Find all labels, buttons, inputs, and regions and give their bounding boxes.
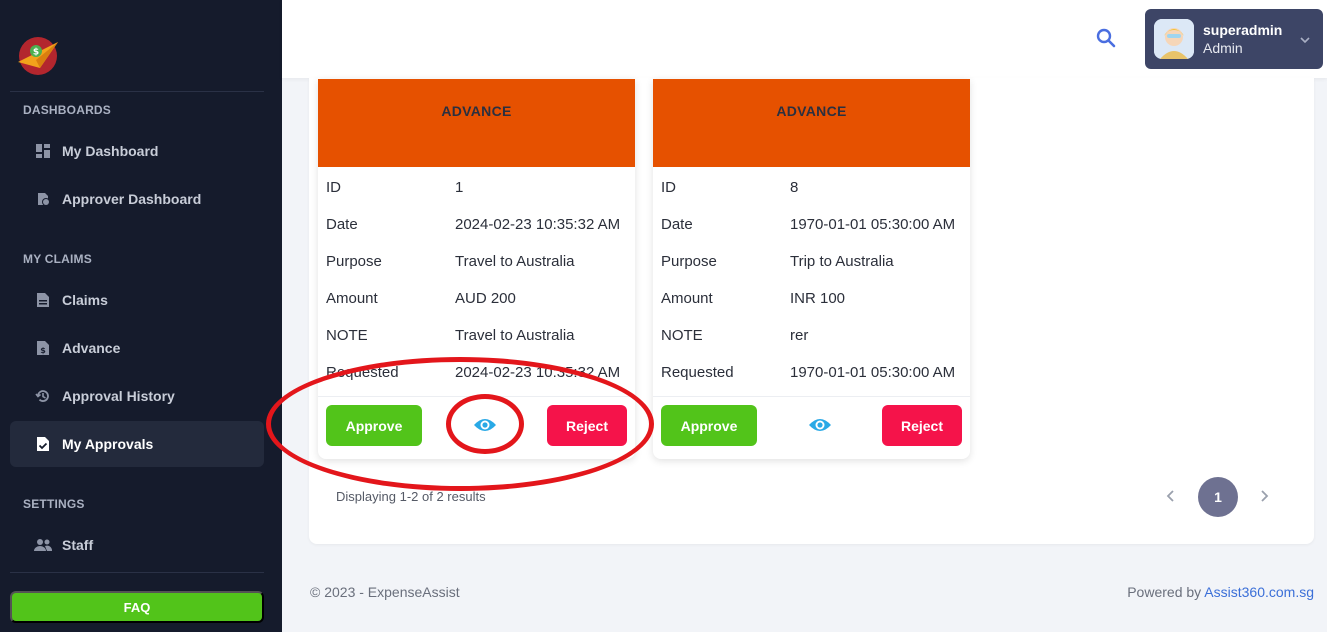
field-value: Travel to Australia xyxy=(455,253,575,270)
field-key: NOTE xyxy=(326,327,368,344)
field-key: ID xyxy=(661,179,676,196)
sidebar-item-label: Claims xyxy=(62,292,108,308)
faq-button[interactable]: FAQ xyxy=(10,591,264,623)
sidebar-item-label: Staff xyxy=(62,537,94,553)
chevron-left-icon[interactable] xyxy=(1163,487,1179,505)
field-row: Purpose Travel to Australia xyxy=(326,253,575,273)
field-row: Requested 2024-02-23 10:35:32 AM xyxy=(326,364,620,384)
field-value: rer xyxy=(790,327,809,344)
field-row: Date 1970-01-01 05:30:00 AM xyxy=(661,216,955,236)
reject-button[interactable]: Reject xyxy=(882,405,962,446)
sidebar-item-label: Approver Dashboard xyxy=(62,191,202,207)
people-icon xyxy=(34,536,52,554)
field-key: Date xyxy=(661,216,693,233)
card-type: ADVANCE xyxy=(441,103,512,119)
field-row: ID 1 xyxy=(326,179,463,199)
field-row: Amount AUD 200 xyxy=(326,290,516,310)
top-header: superadmin Admin xyxy=(282,0,1327,78)
powered-by: Powered by Assist360.com.sg xyxy=(1127,584,1314,600)
search-icon[interactable] xyxy=(1095,27,1117,49)
approver-dashboard-icon xyxy=(34,190,52,208)
sidebar-item-claims[interactable]: Claims xyxy=(10,277,264,323)
field-row: NOTE rer xyxy=(661,327,808,347)
section-settings: SETTINGS xyxy=(23,497,85,511)
field-key: Amount xyxy=(661,290,713,307)
app-logo[interactable]: $ xyxy=(16,36,60,76)
sidebar-item-my-approvals[interactable]: My Approvals xyxy=(10,421,264,467)
field-value: 2024-02-23 10:35:32 AM xyxy=(455,364,621,381)
card-header: ADVANCE xyxy=(318,79,635,167)
sidebar-item-label: Advance xyxy=(62,340,121,356)
dollar-document-icon: $ xyxy=(34,339,52,357)
svg-text:$: $ xyxy=(40,346,46,355)
approve-button[interactable]: Approve xyxy=(661,405,757,446)
card-type: ADVANCE xyxy=(776,103,847,119)
sidebar-item-approver-dashboard[interactable]: Approver Dashboard xyxy=(10,176,264,222)
card-divider xyxy=(653,396,970,397)
approval-card: ADVANCE ID 8 Date 1970-01-01 05:30:00 AM P… xyxy=(653,79,970,459)
history-icon xyxy=(34,387,52,405)
sidebar-item-approval-history[interactable]: Approval History xyxy=(10,373,264,419)
sidebar-item-label: My Dashboard xyxy=(62,143,159,159)
results-count: Displaying 1-2 of 2 results xyxy=(336,489,486,504)
field-value: INR 100 xyxy=(790,290,846,307)
field-key: Requested xyxy=(326,364,399,381)
field-key: Amount xyxy=(326,290,378,307)
section-my-claims: MY CLAIMS xyxy=(23,252,92,266)
copyright: © 2023 - ExpenseAssist xyxy=(310,584,460,600)
field-row: Requested 1970-01-01 05:30:00 AM xyxy=(661,364,955,384)
card-body: ID 1 Date 2024-02-23 10:35:32 AM Purpose Tr… xyxy=(318,167,635,397)
sidebar-item-advance[interactable]: $ Advance xyxy=(10,325,264,371)
field-value: 1970-01-01 05:30:00 AM xyxy=(790,364,956,381)
approval-document-icon xyxy=(34,435,52,453)
svg-text:$: $ xyxy=(33,48,39,58)
section-dashboards: DASHBOARDS xyxy=(23,103,112,117)
field-key: ID xyxy=(326,179,341,196)
sidebar-item-staff[interactable]: Staff xyxy=(10,522,264,568)
field-key: Purpose xyxy=(326,253,382,270)
field-key: NOTE xyxy=(661,327,703,344)
field-row: Purpose Trip to Australia xyxy=(661,253,894,273)
field-row: NOTE Travel to Australia xyxy=(326,327,575,347)
field-row: Amount INR 100 xyxy=(661,290,845,310)
field-value: 2024-02-23 10:35:32 AM xyxy=(455,216,621,233)
field-value: 1 xyxy=(455,179,464,196)
field-key: Purpose xyxy=(661,253,717,270)
field-key: Date xyxy=(326,216,358,233)
approve-button[interactable]: Approve xyxy=(326,405,422,446)
eye-icon[interactable] xyxy=(808,415,832,435)
card-divider xyxy=(318,396,635,397)
sidebar: $ DASHBOARDS My Dashboard Approver Dashb… xyxy=(0,0,282,632)
approval-card: ADVANCE ID 1 Date 2024-02-23 10:35:32 AM P… xyxy=(318,79,635,459)
sidebar-item-label: My Approvals xyxy=(62,436,154,452)
document-icon xyxy=(34,291,52,309)
field-key: Requested xyxy=(661,364,734,381)
reject-button[interactable]: Reject xyxy=(547,405,627,446)
sidebar-divider xyxy=(10,572,264,573)
chevron-down-icon xyxy=(1299,33,1311,45)
powered-prefix: Powered by xyxy=(1127,584,1205,600)
avatar xyxy=(1154,19,1194,59)
dashboard-icon xyxy=(34,142,52,160)
powered-link[interactable]: Assist360.com.sg xyxy=(1204,584,1314,600)
field-value: Trip to Australia xyxy=(790,253,894,270)
field-value: AUD 200 xyxy=(455,290,516,307)
sidebar-divider xyxy=(10,91,264,92)
page-button[interactable]: 1 xyxy=(1198,477,1238,517)
user-name: superadmin xyxy=(1203,22,1283,38)
card-body: ID 8 Date 1970-01-01 05:30:00 AM Purpose Tr… xyxy=(653,167,970,397)
chevron-right-icon[interactable] xyxy=(1256,487,1272,505)
card-header: ADVANCE xyxy=(653,79,970,167)
user-role: Admin xyxy=(1203,40,1243,56)
eye-icon[interactable] xyxy=(473,415,497,435)
field-value: 1970-01-01 05:30:00 AM xyxy=(790,216,956,233)
sidebar-item-my-dashboard[interactable]: My Dashboard xyxy=(10,128,264,174)
field-row: ID 8 xyxy=(661,179,798,199)
field-value: 8 xyxy=(790,179,799,196)
sidebar-item-label: Approval History xyxy=(62,388,175,404)
field-row: Date 2024-02-23 10:35:32 AM xyxy=(326,216,620,236)
field-value: Travel to Australia xyxy=(455,327,575,344)
user-menu[interactable]: superadmin Admin xyxy=(1145,9,1323,69)
